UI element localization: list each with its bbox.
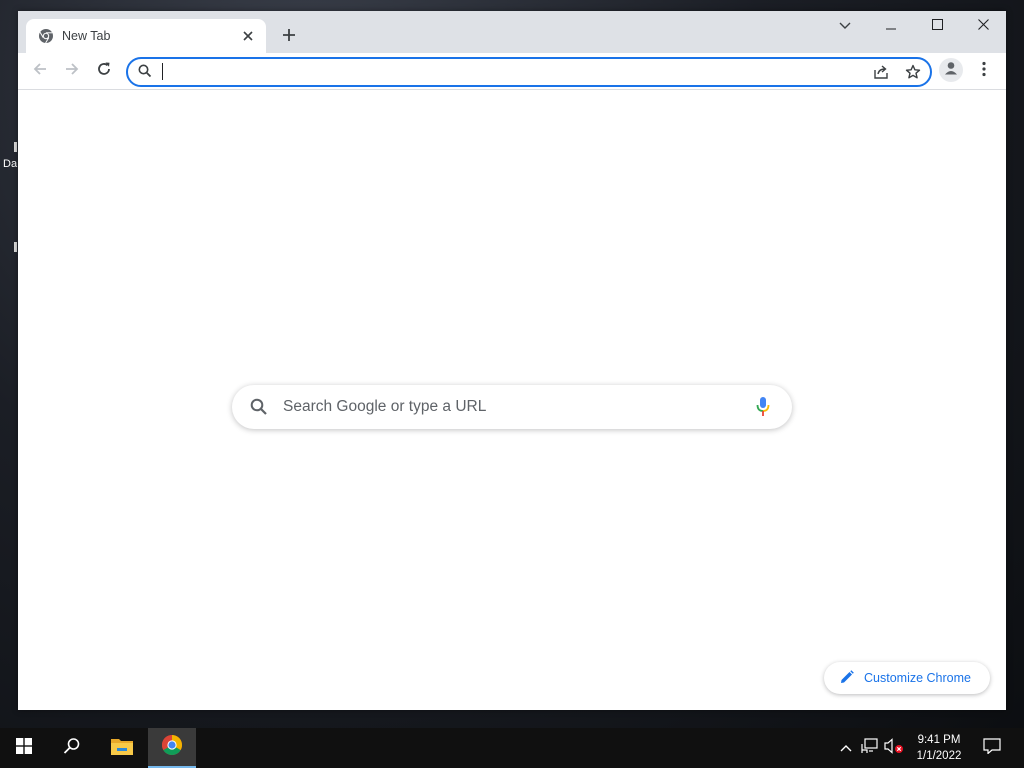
- address-bar[interactable]: [126, 57, 932, 87]
- taskbar-search-button[interactable]: [48, 728, 96, 768]
- tab-new-tab[interactable]: New Tab: [26, 19, 266, 53]
- plus-icon: [282, 28, 296, 47]
- maximize-button[interactable]: [914, 11, 960, 41]
- kebab-menu-icon: [982, 61, 986, 82]
- customize-chrome-button[interactable]: Customize Chrome: [824, 662, 990, 694]
- arrow-left-icon: [32, 61, 48, 82]
- start-button[interactable]: [0, 728, 48, 768]
- desktop-icon-fragment[interactable]: [0, 140, 18, 154]
- network-button[interactable]: [860, 737, 880, 759]
- close-tab-button[interactable]: [238, 26, 258, 46]
- reload-button[interactable]: [90, 57, 118, 85]
- new-tab-button[interactable]: [276, 24, 302, 50]
- person-icon: [943, 60, 959, 81]
- volume-muted-icon: [884, 737, 904, 759]
- browser-window: New Tab Search Google or type a URL Cust…: [18, 11, 1006, 710]
- file-explorer-icon: [110, 736, 134, 761]
- search-icon: [250, 398, 268, 421]
- search-icon: [63, 737, 81, 760]
- profile-avatar-button[interactable]: [939, 58, 963, 82]
- chrome-icon: [161, 734, 183, 761]
- minimize-button[interactable]: [868, 11, 914, 41]
- notification-icon: [983, 737, 1001, 759]
- menu-button[interactable]: [970, 57, 998, 85]
- action-center-button[interactable]: [978, 728, 1006, 768]
- search-icon: [138, 64, 152, 83]
- taskbar-clock[interactable]: 9:41 PM 1/1/2022: [908, 732, 970, 764]
- tab-search-button[interactable]: [822, 11, 868, 41]
- ntp-search-placeholder: Search Google or type a URL: [283, 398, 487, 415]
- forward-button[interactable]: [58, 57, 86, 85]
- clock-time: 9:41 PM: [917, 734, 961, 746]
- minimize-icon: [886, 17, 896, 35]
- desktop-icon-label: Da: [3, 158, 18, 170]
- pencil-icon: [840, 670, 854, 689]
- share-icon[interactable]: [870, 62, 892, 82]
- new-tab-page: Search Google or type a URL Customize Ch…: [18, 90, 1006, 710]
- star-icon[interactable]: [902, 62, 924, 82]
- chevron-down-icon: [839, 17, 851, 35]
- toolbar: [18, 53, 1006, 90]
- reload-icon: [96, 61, 112, 82]
- close-window-button[interactable]: [960, 11, 1006, 41]
- tab-title: New Tab: [62, 29, 111, 43]
- ntp-search-box[interactable]: Search Google or type a URL: [232, 385, 792, 429]
- maximize-icon: [931, 17, 943, 35]
- chrome-icon: [38, 28, 54, 44]
- customize-chrome-label: Customize Chrome: [864, 671, 971, 685]
- desktop-icon-fragment[interactable]: [0, 240, 18, 254]
- close-icon: [977, 17, 989, 35]
- microphone-icon[interactable]: [756, 396, 770, 423]
- file-explorer-button[interactable]: [98, 728, 146, 768]
- network-icon: [861, 737, 879, 759]
- chrome-taskbar-button[interactable]: [148, 728, 196, 768]
- arrow-right-icon: [64, 61, 80, 82]
- windows-start-icon: [16, 737, 32, 759]
- clock-date: 1/1/2022: [916, 750, 962, 762]
- text-caret: [162, 63, 163, 80]
- chevron-up-icon: [840, 739, 852, 757]
- back-button[interactable]: [26, 57, 54, 85]
- taskbar: 9:41 PM 1/1/2022: [0, 728, 1024, 768]
- show-hidden-icons-button[interactable]: [836, 738, 856, 758]
- tab-strip: New Tab: [18, 11, 1006, 53]
- volume-button[interactable]: [884, 737, 904, 759]
